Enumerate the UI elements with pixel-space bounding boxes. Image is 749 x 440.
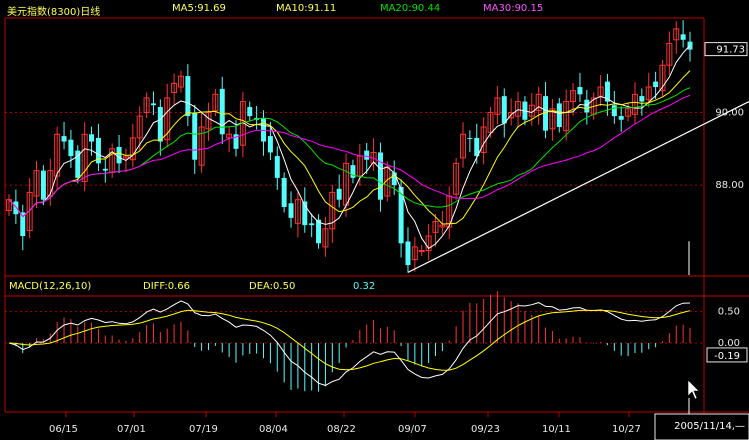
- candle-down: [247, 107, 253, 117]
- chart-background: [0, 0, 749, 440]
- candle-down: [309, 223, 315, 226]
- ma10-label: MA10:91.11: [276, 3, 337, 14]
- status-date: 2005/11/14,—: [674, 421, 745, 432]
- macd-label: MACD(12,26,10): [9, 281, 92, 292]
- candle-down: [611, 105, 617, 117]
- last-price-label: 91.73: [716, 45, 745, 56]
- date-label: 09/23: [471, 424, 500, 435]
- macd-value-label: 0.32: [353, 281, 376, 292]
- date-label: 06/15: [49, 424, 78, 435]
- candle-down: [192, 112, 198, 160]
- date-label: 07/19: [189, 424, 218, 435]
- candle-down: [68, 139, 74, 157]
- candle-down: [336, 188, 342, 200]
- dea-label: DEA:0.50: [249, 281, 296, 292]
- macd-tick-label: 0.50: [718, 307, 740, 318]
- candle-down: [556, 103, 562, 128]
- candle-down: [584, 99, 590, 113]
- date-label: 08/04: [259, 424, 288, 435]
- candle-down: [185, 76, 191, 117]
- candle-down: [391, 172, 397, 186]
- candle-down: [680, 34, 686, 40]
- candle-down: [116, 147, 122, 164]
- candle-down: [467, 137, 473, 139]
- candle-down: [274, 156, 280, 178]
- date-label: 07/01: [117, 424, 146, 435]
- date-label: 10/11: [542, 424, 571, 435]
- candle-down: [261, 117, 267, 142]
- chart-title: 美元指数(8300)日线: [7, 7, 101, 18]
- candle-up: [418, 250, 425, 253]
- candle-down: [157, 107, 163, 142]
- candle-down: [618, 116, 624, 120]
- candle-down: [288, 203, 294, 218]
- date-label: 08/22: [327, 424, 356, 435]
- candle-down: [89, 134, 95, 142]
- candle-down: [364, 150, 370, 160]
- ma30-label: MA30:90.15: [483, 3, 544, 14]
- diff-label: DIFF:0.66: [143, 281, 191, 292]
- candle-down: [377, 152, 383, 200]
- candle-down: [150, 103, 156, 106]
- macd-tick-label: 0.00: [718, 338, 740, 349]
- candle-down: [577, 87, 583, 95]
- cursor-value-label: -0.19: [714, 351, 740, 362]
- candle-down: [653, 81, 659, 88]
- candle-down: [267, 136, 273, 153]
- candle-down: [639, 96, 645, 102]
- candle-down: [13, 201, 19, 215]
- candle-down: [405, 241, 411, 266]
- date-label: 09/07: [398, 424, 427, 435]
- candle-down: [281, 177, 287, 207]
- candle-down: [40, 170, 46, 200]
- candlestick-chart[interactable]: 88.0090.0091.730.000.50-0.1906/15 07/01 07…: [0, 0, 749, 440]
- date-label: 10/27: [612, 424, 641, 435]
- candle-down: [501, 96, 507, 124]
- price-tick-label: 88.00: [715, 180, 744, 191]
- candle-down: [102, 168, 108, 171]
- ma5-label: MA5:91.69: [172, 3, 226, 14]
- candle-down: [61, 136, 67, 142]
- ma20-label: MA20:90.44: [380, 3, 441, 14]
